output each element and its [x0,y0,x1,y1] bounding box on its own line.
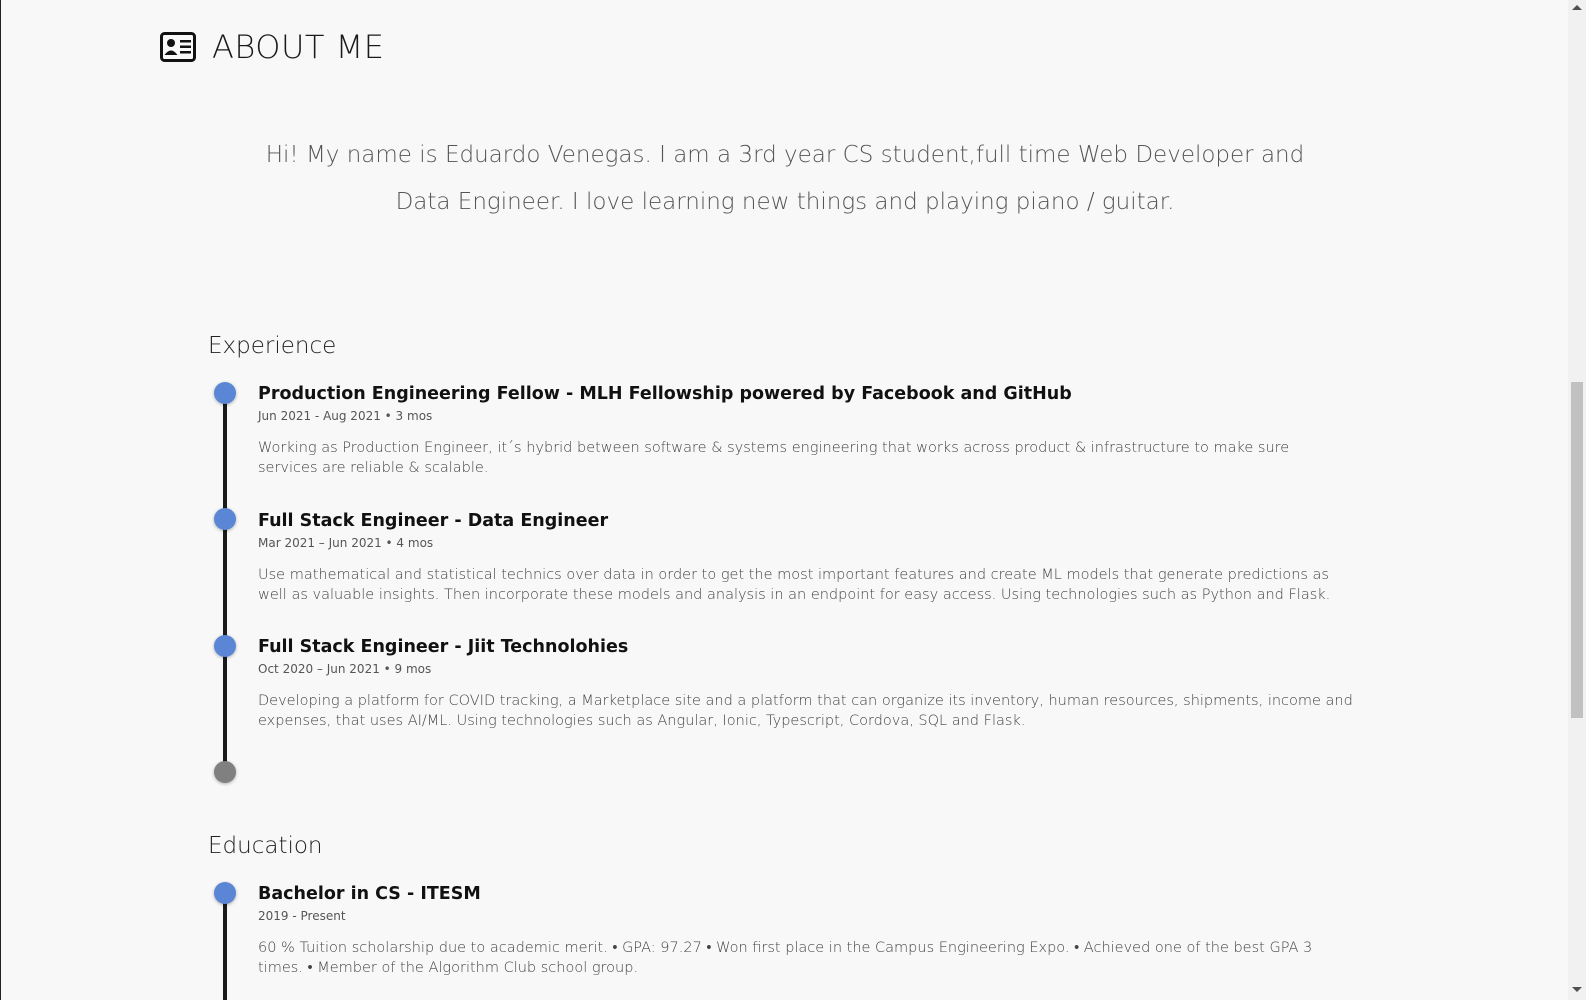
entry-description: Developing a platform for COVID tracking… [258,693,1353,729]
about-header: ABOUT ME [160,28,384,66]
education-timeline-line [223,892,227,1000]
id-card-icon [160,32,196,62]
timeline-end-dot [214,761,236,783]
education-entry: Bachelor in CS - ITESM 2019 - Present 60… [258,882,1353,978]
scroll-down-arrow-icon[interactable] [1572,987,1582,992]
timeline-dot [214,882,236,904]
entry-description: 60 % Tuition scholarship due to academic… [258,940,1313,976]
entry-title: Bachelor in CS - ITESM [258,884,481,904]
scrollbar-thumb[interactable] [1571,382,1583,718]
intro-line-2: Data Engineer. I love learning new thing… [395,189,1175,215]
page: ABOUT ME Hi! My name is Eduardo Venegas.… [0,0,1568,1000]
experience-heading: Experience [208,333,337,359]
entry-title: Full Stack Engineer - Jiit Technolohies [258,637,629,657]
timeline-dot [214,635,236,657]
entry-description: Use mathematical and statistical technic… [258,567,1331,603]
experience-timeline-line [223,392,227,772]
experience-entry: Full Stack Engineer - Data Engineer Mar … [258,509,1353,605]
entry-title: Full Stack Engineer - Data Engineer [258,511,609,531]
vertical-scrollbar[interactable] [1568,0,1586,1000]
entry-date: Jun 2021 - Aug 2021 • 3 mos [258,409,433,423]
education-heading: Education [208,833,323,859]
entry-date: Oct 2020 – Jun 2021 • 9 mos [258,662,432,676]
entry-date: 2019 - Present [258,909,346,923]
scroll-up-arrow-icon[interactable] [1572,5,1582,10]
experience-entry: Production Engineering Fellow - MLH Fell… [258,382,1353,478]
entry-description: Working as Production Engineer, it´s hyb… [258,440,1290,476]
entry-date: Mar 2021 – Jun 2021 • 4 mos [258,536,434,550]
intro-line-1: Hi! My name is Eduardo Venegas. I am a 3… [265,142,1305,168]
experience-entry: Full Stack Engineer - Jiit Technolohies … [258,635,1353,731]
page-title: ABOUT ME [212,28,385,66]
intro-text: Hi! My name is Eduardo Venegas. I am a 3… [1,132,1568,226]
entry-title: Production Engineering Fellow - MLH Fell… [258,384,1072,404]
timeline-dot [214,508,236,530]
timeline-dot [214,382,236,404]
